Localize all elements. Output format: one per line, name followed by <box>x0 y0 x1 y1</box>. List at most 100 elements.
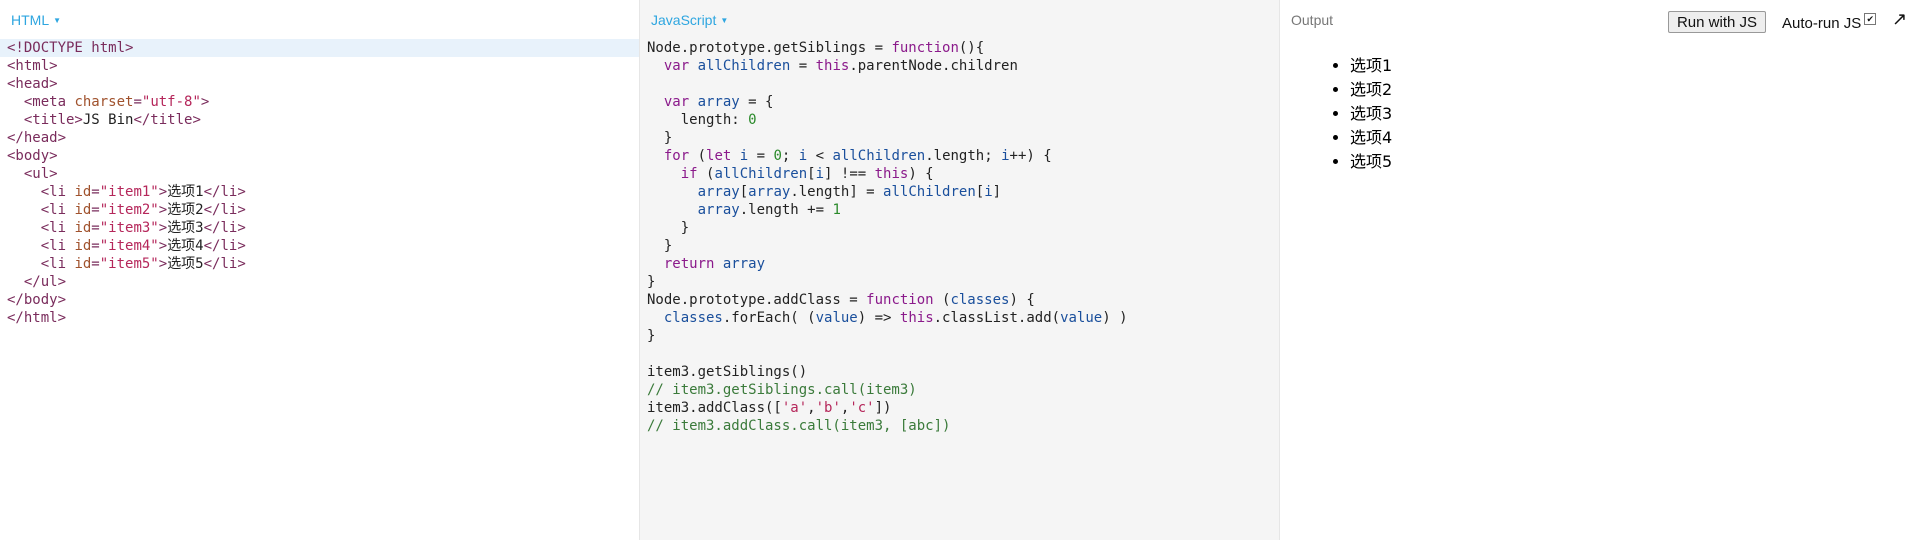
code-token: 选项5 <box>167 256 204 272</box>
code-line: </body> <box>0 291 639 309</box>
html-panel: HTML ▼ <!DOCTYPE html> <html> <head> <meta … <box>0 0 640 540</box>
code-token: function <box>866 292 934 308</box>
code-token: id <box>74 220 92 236</box>
code-token: <html> <box>7 58 58 74</box>
code-line: var array = { <box>640 93 1279 111</box>
code-token: i <box>1001 148 1010 164</box>
code-token: } <box>647 130 673 146</box>
code-token: "item4" <box>99 238 159 254</box>
code-line: <li id="item3">选项3</li> <box>0 219 639 237</box>
code-line: <body> <box>0 147 639 165</box>
code-line: <li id="item4">选项4</li> <box>0 237 639 255</box>
code-token: for <box>663 148 690 164</box>
javascript-panel-title[interactable]: JavaScript ▼ <box>651 12 728 28</box>
code-line: <ul> <box>0 165 639 183</box>
code-line: for (let i = 0; i < allChildren.length; … <box>640 147 1279 165</box>
javascript-panel-title-label: JavaScript <box>651 12 717 28</box>
code-token: var <box>663 94 698 110</box>
code-token: </title> <box>133 112 201 128</box>
expand-arrow-icon[interactable]: ↗ <box>1892 9 1907 30</box>
code-line: array[array.length] = allChildren[i] <box>640 183 1279 201</box>
code-line: } <box>640 273 1279 291</box>
code-token: > <box>158 184 168 200</box>
code-token: = <box>133 94 142 110</box>
code-line: <meta charset="utf-8"> <box>0 93 639 111</box>
code-token: </li> <box>203 184 246 200</box>
code-token: let <box>706 148 740 164</box>
code-line: item3.getSiblings() <box>640 363 1279 381</box>
html-code-editor[interactable]: <!DOCTYPE html> <html> <head> <meta charse… <box>0 39 639 327</box>
code-token: <body> <box>7 148 58 164</box>
code-token: array <box>697 94 740 110</box>
list-item: 选项4 <box>1350 126 1392 150</box>
code-token: [ <box>739 184 749 200</box>
code-line: </head> <box>0 129 639 147</box>
code-token: this <box>815 58 850 74</box>
auto-run-js-toggle[interactable]: Auto-run JS ✔ <box>1782 13 1877 32</box>
code-token: length: <box>647 112 749 128</box>
code-line: <html> <box>0 57 639 75</box>
code-line: <li id="item5">选项5</li> <box>0 255 639 273</box>
code-token: .classList.add( <box>933 310 1061 326</box>
code-token: if <box>680 166 698 182</box>
code-token: <title> <box>23 112 83 128</box>
code-token: "item3" <box>99 220 159 236</box>
code-token: i <box>815 166 825 182</box>
code-token: classes <box>950 292 1010 308</box>
code-token: (){ <box>958 40 985 56</box>
javascript-panel: JavaScript ▼ Node.prototype.getSiblings =… <box>640 0 1280 540</box>
auto-run-js-label: Auto-run JS <box>1782 15 1862 32</box>
code-token: = <box>91 256 100 272</box>
code-token: array <box>722 256 766 272</box>
code-token: 0 <box>748 112 757 128</box>
code-line: } <box>640 219 1279 237</box>
code-token: = <box>91 202 100 218</box>
code-token: array <box>748 184 791 200</box>
code-token: 选项2 <box>167 202 204 218</box>
code-token: </ul> <box>23 274 67 290</box>
code-token: < <box>807 148 833 164</box>
code-token: // item3.addClass.call(item3, [abc]) <box>647 418 951 434</box>
run-with-js-button[interactable]: Run with JS <box>1668 11 1766 33</box>
code-line: } <box>640 129 1279 147</box>
checkbox-checked-icon[interactable]: ✔ <box>1864 13 1877 25</box>
code-token: ) ) <box>1102 310 1128 326</box>
code-token: </body> <box>7 292 67 308</box>
code-line: length: 0 <box>640 111 1279 129</box>
code-token: 1 <box>832 202 841 218</box>
code-token: item3.getSiblings() <box>647 364 808 380</box>
code-token: "item1" <box>99 184 159 200</box>
html-panel-title[interactable]: HTML ▼ <box>11 12 61 28</box>
code-token: value <box>815 310 858 326</box>
code-line: // item3.getSiblings.call(item3) <box>640 381 1279 399</box>
code-token: ) => <box>857 310 900 326</box>
code-line: Node.prototype.addClass = function (clas… <box>640 291 1279 309</box>
code-token: = <box>91 184 100 200</box>
list-item: 选项1 <box>1350 54 1392 78</box>
code-token: Node.prototype.addClass = <box>647 292 867 308</box>
code-token: ) { <box>908 166 934 182</box>
code-line: item3.addClass(['a','b','c']) <box>640 399 1279 417</box>
javascript-code-editor[interactable]: Node.prototype.getSiblings = function(){… <box>640 39 1279 435</box>
code-token: allChildren <box>697 58 791 74</box>
html-panel-title-label: HTML <box>11 12 50 28</box>
code-token: } <box>647 220 690 236</box>
list-item: 选项2 <box>1350 78 1392 102</box>
code-token: // item3.getSiblings.call(item3) <box>647 382 917 398</box>
output-panel: Output Run with JS Auto-run JS✔ ↗ 选项1选项2… <box>1280 0 1920 540</box>
code-token: </li> <box>203 202 246 218</box>
code-token: return <box>663 256 723 272</box>
code-token: = <box>91 238 100 254</box>
code-line: <!DOCTYPE html> <box>0 39 639 57</box>
code-token: > <box>158 256 168 272</box>
code-token: 选项3 <box>167 220 204 236</box>
